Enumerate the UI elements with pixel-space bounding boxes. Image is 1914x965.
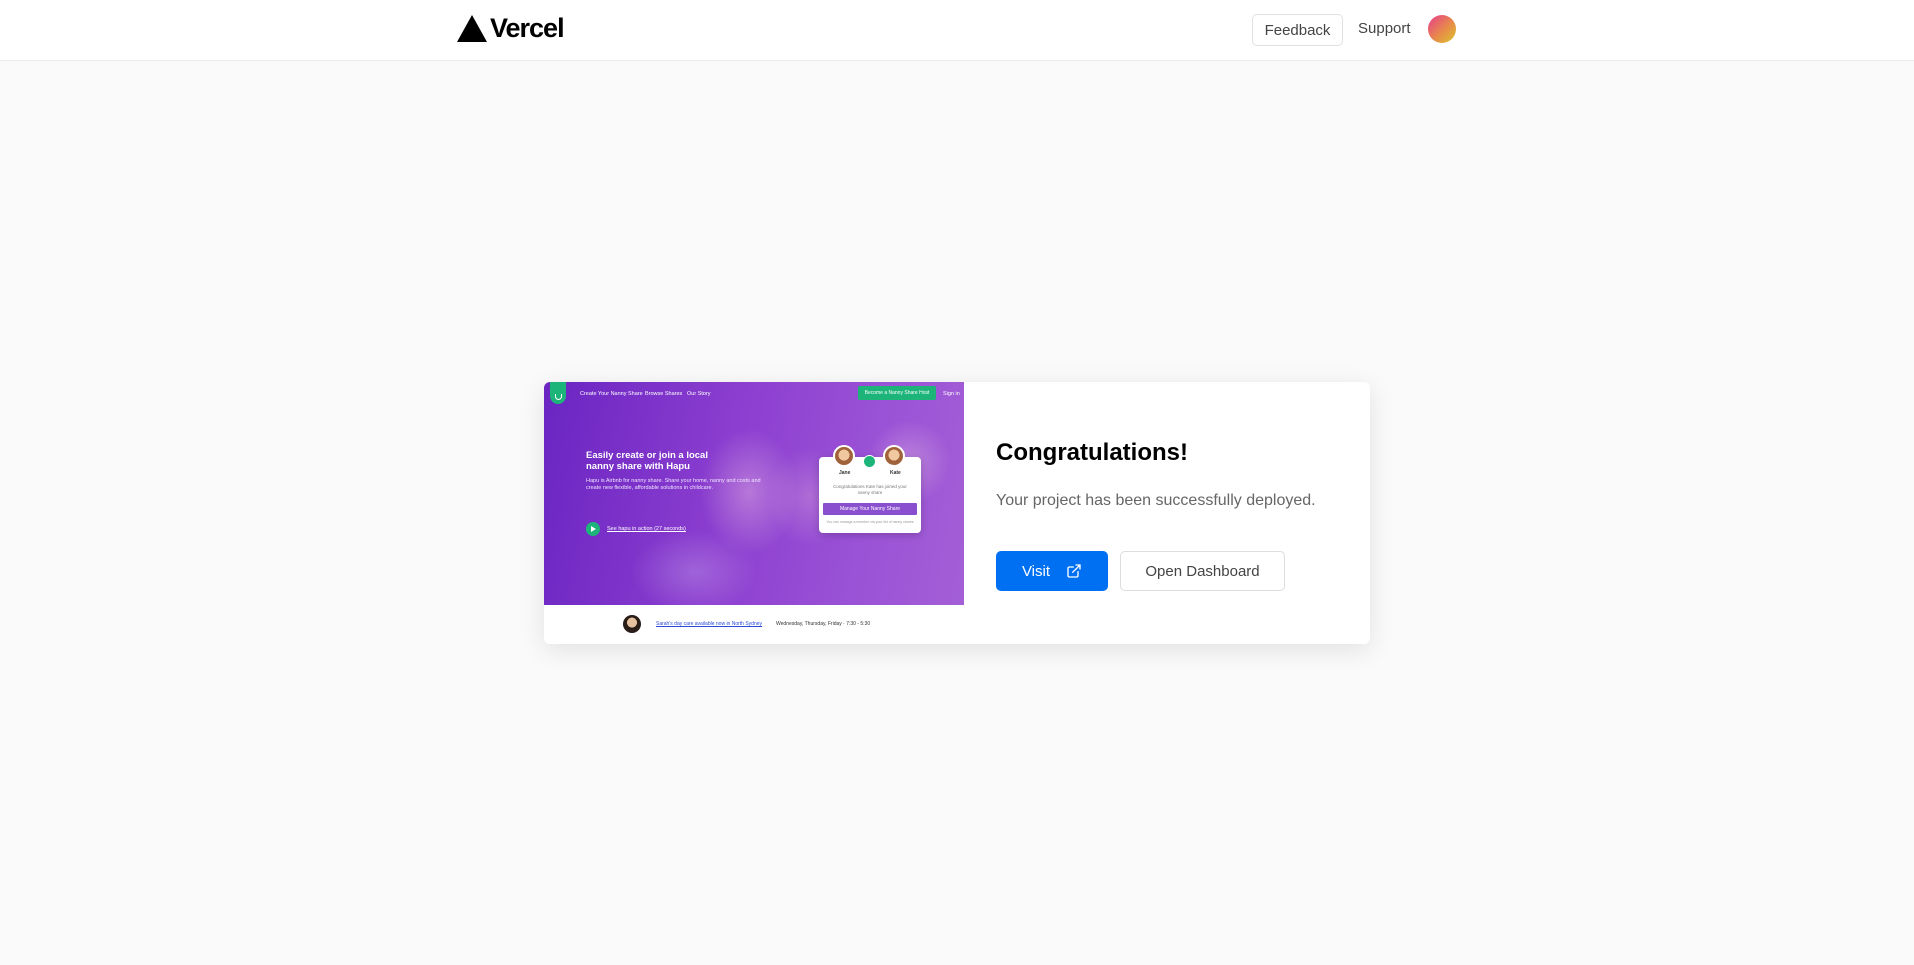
preview-bottom-link: Sarah's day care available now in North … (656, 621, 763, 627)
support-link[interactable]: Support (1358, 20, 1411, 37)
preview-modal-message: Congratulations Kate has joined your nan… (833, 484, 907, 495)
vercel-triangle-icon (457, 15, 487, 42)
congratulations-title: Congratulations! (996, 439, 1188, 466)
deployment-success-card: Create Your Nanny Share Browse Shares Ou… (544, 382, 1370, 644)
preview-host-button: Become a Nanny Share Host (858, 386, 936, 400)
preview-video-link: See hapu in action (27 seconds) (607, 526, 686, 532)
external-link-icon (1067, 564, 1081, 578)
user-avatar[interactable] (1428, 15, 1456, 43)
preview-nav-item: Our Story (687, 391, 711, 397)
preview-name-right: Kate (890, 470, 901, 476)
brand-name: Vercel (490, 13, 565, 43)
open-dashboard-button[interactable]: Open Dashboard (1120, 551, 1285, 591)
feedback-button[interactable]: Feedback (1252, 14, 1343, 46)
preview-share-modal: Jane Kate Congratulations Kate has joine… (819, 445, 921, 533)
preview-signin: Sign in (943, 391, 960, 397)
preview-hero: Create Your Nanny Share Browse Shares Ou… (544, 382, 964, 605)
visit-button[interactable]: Visit (996, 551, 1108, 591)
preview-modal-footer: You can manage a member via your list of… (826, 520, 914, 524)
deployment-status-text: Your project has been successfully deplo… (996, 492, 1316, 509)
preview-bottom-times: Wednesday, Thursday, Friday · 7:30 - 5:3… (776, 621, 871, 627)
hapu-logo-icon (550, 382, 566, 404)
preview-modal-button: Manage Your Nanny Share (823, 503, 917, 515)
preview-nav-item: Browse Shares (645, 391, 683, 397)
visit-label: Visit (1021, 562, 1051, 580)
sarah-avatar (623, 615, 641, 633)
preview-heading: Easily create or join a local nanny shar… (586, 450, 708, 472)
kate-avatar (883, 445, 905, 467)
vercel-logo[interactable]: Vercel (457, 13, 565, 43)
check-icon (863, 455, 876, 468)
deployment-preview-screenshot[interactable]: Create Your Nanny Share Browse Shares Ou… (544, 382, 964, 644)
preview-name-left: Jane (839, 470, 851, 476)
preview-nav-item: Create Your Nanny Share (580, 391, 643, 397)
preview-description: Hapu is Airbnb for nanny share. Share yo… (586, 478, 761, 491)
jane-avatar (833, 445, 855, 467)
preview-bottom-strip: Sarah's day care available now in North … (544, 605, 964, 644)
top-navigation-bar: Vercel Feedback Support (0, 0, 1914, 61)
play-icon (586, 522, 600, 536)
